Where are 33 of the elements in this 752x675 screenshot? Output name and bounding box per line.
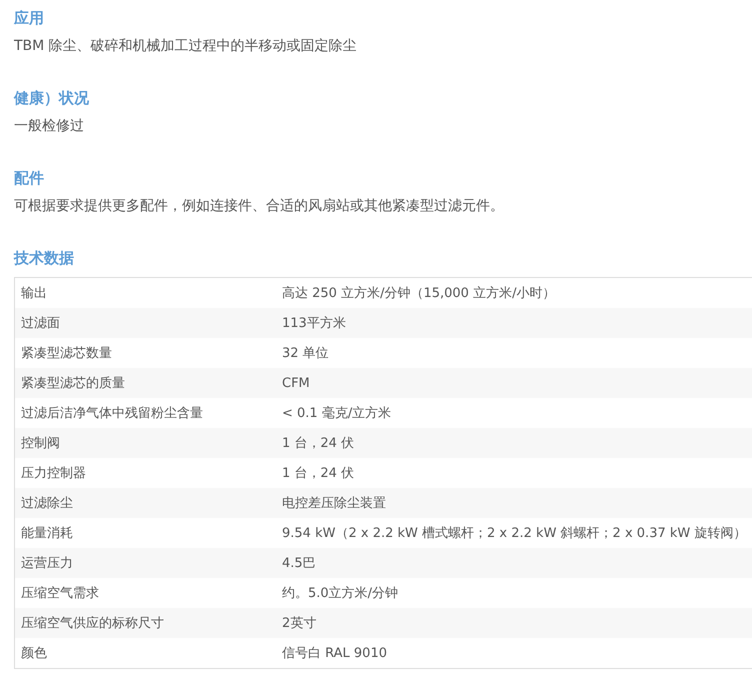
table-cell-text: 紧凑型滤芯数量	[20, 345, 113, 362]
table-cell-text: 紧凑型滤芯的质量	[20, 375, 126, 392]
table-cell-text: 1 台，24 伏	[282, 435, 356, 452]
table-cell-text: 过滤后洁净气体中残留粉尘含量	[20, 405, 204, 422]
table-cell-text: 颜色	[20, 645, 48, 662]
section-heading: 应用	[14, 8, 45, 29]
section-text: 可根据要求提供更多配件，例如连接件、合适的风扇站或其他紧凑型过滤元件。	[14, 197, 505, 216]
table-cell-text: 约。5.0立方米/分钟	[282, 585, 400, 602]
table-cell-text: 4.5巴	[282, 555, 317, 572]
section-text: TBM 除尘、破碎和机械加工过程中的半移动或固定除尘	[14, 37, 358, 56]
table-cell-text: 过滤面	[20, 315, 61, 332]
table-cell-text: < 0.1 毫克/立方米	[282, 405, 392, 422]
table-cell-text: 信号白 RAL 9010	[282, 645, 388, 662]
section-heading: 技术数据	[14, 248, 75, 269]
table-cell-text: 输出	[20, 285, 48, 302]
table-cell-text: 2英寸	[282, 615, 318, 632]
table-cell-text: 压力控制器	[20, 465, 87, 482]
table-cell-text: 电控差压除尘装置	[282, 495, 387, 512]
table-cell-text: 能量消耗	[20, 525, 74, 542]
section-text: 一般检修过	[14, 117, 85, 136]
section-heading: 健康）状况	[14, 88, 90, 109]
table-cell-text: 压缩空气供应的标称尺寸	[20, 615, 165, 632]
section-heading: 配件	[14, 168, 45, 189]
table-cell-text: 9.54 kW（2 x 2.2 kW 槽式螺杆；2 x 2.2 kW 斜螺杆；2 x 0.37 kW 旋转阀）	[282, 525, 748, 542]
table-cell-text: CFM	[282, 376, 311, 390]
table-cell-text: 控制阀	[20, 435, 61, 452]
table-cell-text: 过滤除尘	[20, 495, 74, 512]
table-cell-text: 高达 250 立方米/分钟（15,000 立方米/小时）	[282, 285, 556, 302]
table-cell-text: 压缩空气需求	[20, 585, 100, 602]
table-cell-text: 113平方米	[282, 315, 347, 332]
table-cell-text: 1 台，24 伏	[282, 465, 356, 482]
table-cell-text: 32 单位	[282, 345, 330, 362]
table-cell-text: 运营压力	[20, 555, 74, 572]
